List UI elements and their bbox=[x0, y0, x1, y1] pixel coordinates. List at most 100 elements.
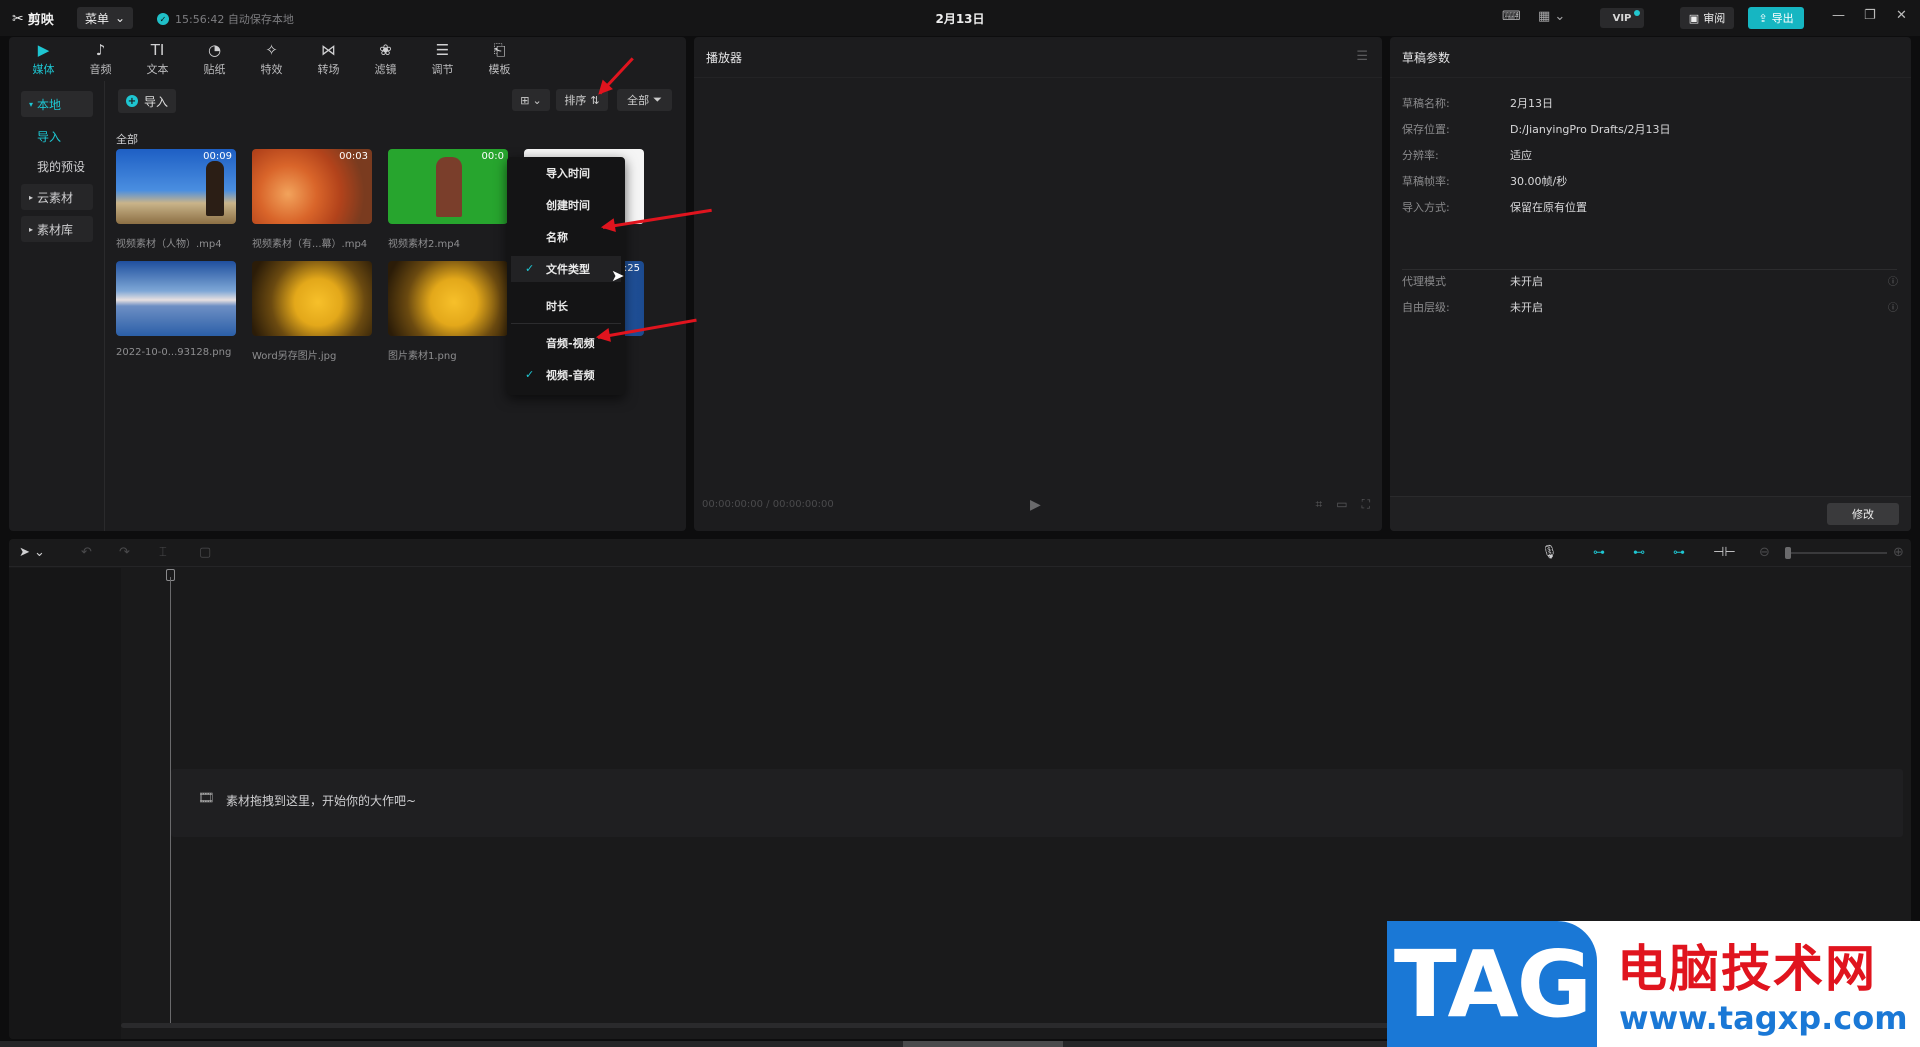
tab-sticker[interactable]: ◔ 贴纸 bbox=[186, 37, 243, 81]
tab-template[interactable]: ⎗ 模板 bbox=[471, 37, 528, 81]
media-item[interactable]: 图片素材1.png bbox=[388, 261, 508, 362]
watermark-logo: TAG bbox=[1387, 921, 1597, 1047]
align-icon[interactable]: ⊣⊢ bbox=[1713, 545, 1736, 560]
minimize-icon[interactable]: — bbox=[1832, 8, 1845, 23]
microphone-icon[interactable]: 🎙 bbox=[1541, 545, 1558, 560]
play-icon[interactable]: ▶ bbox=[1030, 497, 1041, 513]
watermark: TAG 电脑技术网 www.tagxp.com bbox=[1387, 921, 1920, 1047]
sort-option-create-time[interactable]: 创建时间 bbox=[511, 192, 621, 218]
view-mode-button[interactable]: ⊞ ⌄ bbox=[512, 89, 550, 111]
sticker-icon: ◔ bbox=[207, 40, 222, 59]
menu-button[interactable]: 菜单 ⌄ bbox=[77, 7, 133, 29]
param-key: 保存位置: bbox=[1402, 123, 1450, 136]
tab-text[interactable]: TI 文本 bbox=[129, 37, 186, 81]
player-panel: 播放器 ☰ 00:00:00:00 / 00:00:00:00 ▶ ⌗ ▭ ⛶ bbox=[694, 37, 1382, 531]
redo-icon[interactable]: ↷ bbox=[119, 545, 130, 560]
sort-option-duration[interactable]: 时长 bbox=[511, 293, 621, 319]
media-item[interactable]: Word另存图片.jpg bbox=[252, 261, 372, 362]
layout-icon[interactable]: ▦ ⌄ bbox=[1538, 9, 1565, 24]
media-name: 图片素材1.png bbox=[388, 351, 457, 362]
sidebar-item-local[interactable]: ▾ 本地 bbox=[21, 91, 93, 117]
media-item[interactable]: 00:03 视频素材（有...幕）.mp4 bbox=[252, 149, 372, 250]
divider bbox=[1402, 269, 1897, 270]
watermark-url: www.tagxp.com bbox=[1619, 999, 1908, 1037]
media-item[interactable]: 00:09 视频素材（人物）.mp4 bbox=[116, 149, 236, 250]
sort-option-import-time[interactable]: 导入时间 bbox=[511, 160, 621, 186]
sidebar-item-my-presets[interactable]: 我的预设 bbox=[21, 153, 93, 179]
param-key: 分辨率: bbox=[1402, 149, 1439, 162]
import-button[interactable]: + 导入 bbox=[118, 89, 176, 113]
chevron-down-icon: ⌄ bbox=[532, 93, 542, 107]
vip-badge[interactable]: VIP bbox=[1600, 8, 1644, 28]
help-icon[interactable]: ⓘ bbox=[1888, 299, 1898, 314]
zoom-slider-knob[interactable] bbox=[1785, 547, 1791, 559]
params-title: 草稿参数 bbox=[1402, 51, 1451, 65]
media-item[interactable]: 00:0 视频素材2.mp4 bbox=[388, 149, 508, 250]
triangle-down-icon: ▾ bbox=[29, 99, 34, 109]
media-name: Word另存图片.jpg bbox=[252, 351, 337, 362]
timeline-drop-zone[interactable]: 🎞 素材拖拽到这里，开始你的大作吧~ bbox=[171, 769, 1903, 837]
media-thumbnail bbox=[252, 261, 372, 336]
zoom-in-icon[interactable]: ⊕ bbox=[1893, 545, 1904, 560]
grid-icon: ⊞ bbox=[520, 93, 530, 107]
section-label: 全部 bbox=[116, 133, 138, 146]
review-button[interactable]: ▣ 审阅 bbox=[1680, 7, 1734, 29]
tab-filter[interactable]: ❀ 滤镜 bbox=[357, 37, 414, 81]
tab-adjust[interactable]: ☰ 调节 bbox=[414, 37, 471, 81]
param-key: 草稿名称: bbox=[1402, 97, 1450, 110]
sort-option-label: 导入时间 bbox=[546, 167, 590, 180]
sidebar-label: 我的预设 bbox=[37, 159, 86, 174]
sort-option-file-type[interactable]: ✓ 文件类型 bbox=[511, 256, 621, 282]
ratio-icon[interactable]: ▭ bbox=[1336, 497, 1347, 512]
adjust-icon: ☰ bbox=[435, 40, 450, 59]
media-item[interactable]: 2022-10-0...93128.png bbox=[116, 261, 236, 358]
filter-icon: ⏷ bbox=[653, 93, 662, 106]
params-footer: 修改 bbox=[1390, 496, 1911, 531]
autosave-text: 15:56:42 自动保存本地 bbox=[175, 13, 294, 26]
tab-media[interactable]: ▶ 媒体 bbox=[15, 37, 72, 81]
help-icon[interactable]: ⓘ bbox=[1888, 273, 1898, 288]
tab-audio[interactable]: ♪ 音频 bbox=[72, 37, 129, 81]
keyboard-icon[interactable]: ⌨ bbox=[1502, 9, 1521, 24]
scrollbar-thumb[interactable] bbox=[903, 1041, 1063, 1047]
tab-effects[interactable]: ✧ 特效 bbox=[243, 37, 300, 81]
effects-icon: ✧ bbox=[265, 40, 278, 59]
screenshot-icon[interactable]: ⌗ bbox=[1315, 497, 1322, 512]
tab-label: 模板 bbox=[488, 62, 511, 76]
tab-label: 滤镜 bbox=[374, 62, 397, 76]
sort-option-video-audio[interactable]: ✓ 视频-音频 bbox=[511, 362, 621, 388]
sort-option-label: 时长 bbox=[546, 300, 568, 313]
select-pointer-icon[interactable]: ➤ ⌄ bbox=[19, 545, 45, 560]
restore-icon[interactable]: ❐ bbox=[1864, 8, 1876, 23]
sidebar-item-import[interactable]: 导入 bbox=[21, 123, 93, 149]
split-icon[interactable]: ⌶ bbox=[159, 545, 167, 560]
modify-button[interactable]: 修改 bbox=[1827, 503, 1899, 525]
export-button[interactable]: ⇪ 导出 bbox=[1748, 7, 1804, 29]
link-icon[interactable]: ⊷ bbox=[1633, 545, 1645, 559]
sort-label: 排序 bbox=[564, 94, 587, 107]
sidebar-item-cloud[interactable]: ▸ 云素材 bbox=[21, 184, 93, 210]
param-value: 30.00帧/秒 bbox=[1510, 175, 1568, 188]
menu-lines-icon[interactable]: ☰ bbox=[1356, 49, 1368, 64]
magnet-icon[interactable]: ⊶ bbox=[1593, 545, 1605, 559]
mouse-cursor-icon: ➤ bbox=[611, 266, 625, 285]
tab-label: 特效 bbox=[260, 62, 283, 76]
param-key: 草稿帧率: bbox=[1402, 175, 1450, 188]
filter-button[interactable]: 全部 ⏷ bbox=[617, 89, 672, 111]
param-value: 适应 bbox=[1510, 149, 1532, 162]
preview-axis-icon[interactable]: ⊶ bbox=[1673, 545, 1685, 559]
param-row: 草稿帧率: 30.00帧/秒 bbox=[1402, 173, 1902, 189]
timeline-toolbar: ➤ ⌄ ↶ ↷ ⌶ ▢ 🎙 ⊶ ⊷ ⊶ ⊣⊢ ⊖ ⊕ bbox=[9, 539, 1911, 567]
undo-icon[interactable]: ↶ bbox=[81, 545, 92, 560]
param-row: 分辨率: 适应 bbox=[1402, 147, 1902, 163]
fullscreen-icon[interactable]: ⛶ bbox=[1362, 497, 1370, 512]
media-duration: 00:09 bbox=[203, 151, 232, 162]
delete-icon[interactable]: ▢ bbox=[199, 545, 211, 560]
close-icon[interactable]: ✕ bbox=[1896, 8, 1907, 23]
person-silhouette bbox=[206, 161, 224, 216]
tab-transition[interactable]: ⋈ 转场 bbox=[300, 37, 357, 81]
media-thumbnail bbox=[388, 261, 508, 336]
zoom-out-icon[interactable]: ⊖ bbox=[1759, 545, 1770, 560]
zoom-slider[interactable] bbox=[1787, 552, 1887, 554]
sidebar-item-library[interactable]: ▸ 素材库 bbox=[21, 216, 93, 242]
